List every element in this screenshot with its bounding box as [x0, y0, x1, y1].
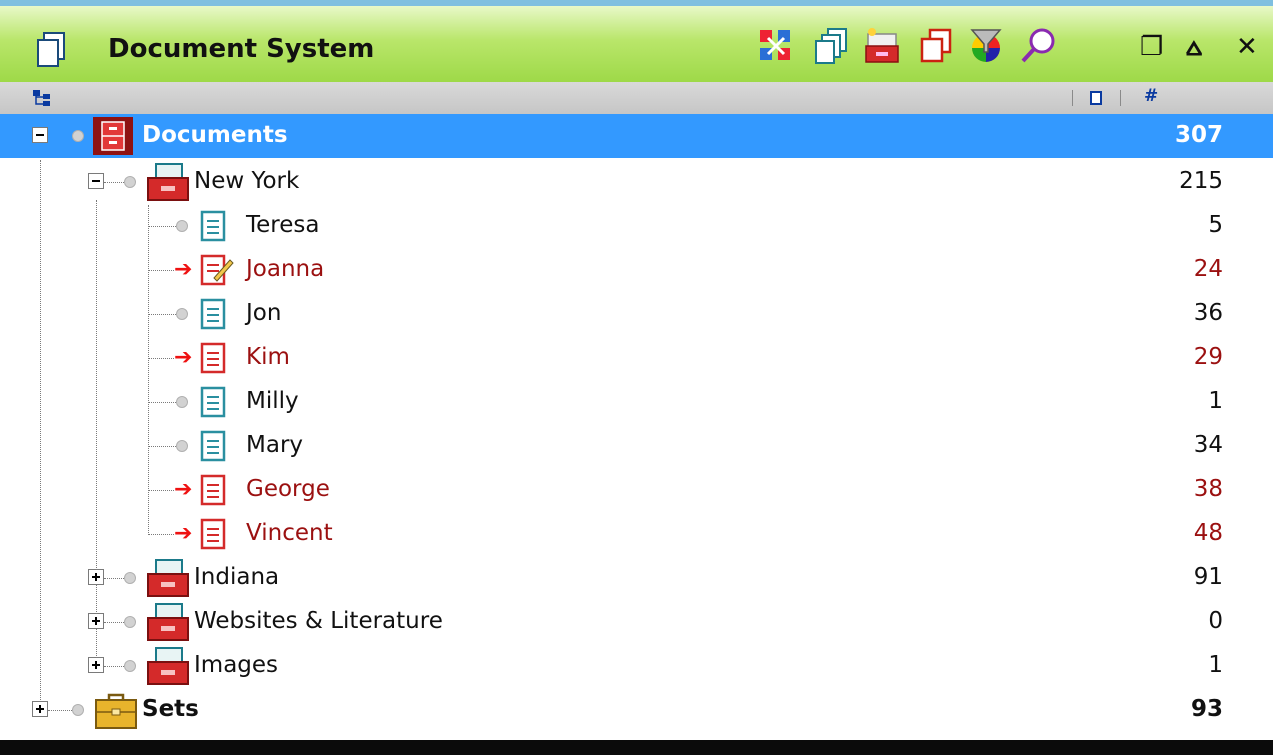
search-icon[interactable]	[1018, 26, 1058, 66]
status-dot	[176, 220, 188, 232]
tree-count: 1	[1208, 388, 1223, 414]
tree-label: Sets	[142, 696, 199, 722]
tree-count: 48	[1193, 520, 1223, 546]
tree-row-jon[interactable]: Jon 36	[0, 292, 1273, 336]
tree-label: Joanna	[246, 256, 325, 282]
tree-count: 0	[1208, 608, 1223, 634]
tree-count: 215	[1179, 168, 1223, 194]
document-icon	[200, 474, 226, 506]
status-dot	[72, 130, 84, 142]
tree-label: Teresa	[246, 212, 320, 238]
status-dot	[72, 704, 84, 716]
status-dot	[176, 396, 188, 408]
expand-toggle[interactable]	[88, 613, 104, 629]
tree-label: Vincent	[246, 520, 333, 546]
document-icon	[200, 518, 226, 550]
tree-label: Indiana	[194, 564, 280, 590]
status-dot	[124, 616, 136, 628]
new-folder-icon[interactable]	[862, 26, 902, 66]
window-title: Document System	[108, 34, 375, 64]
tree-row-teresa[interactable]: Teresa 5	[0, 204, 1273, 248]
tree-row-websites-literature[interactable]: Websites & Literature 0	[0, 600, 1273, 644]
count-column-header[interactable]: #	[1144, 86, 1158, 106]
tree-count: 1	[1208, 652, 1223, 678]
close-all-icon[interactable]	[756, 26, 796, 66]
document-icon	[200, 342, 226, 374]
document-icon	[200, 210, 226, 242]
tree-row-indiana[interactable]: Indiana 91	[0, 556, 1273, 600]
tree-count: 29	[1193, 344, 1223, 370]
tree-label: Images	[194, 652, 279, 678]
drawer-icon	[147, 559, 189, 597]
tree-label: Mary	[246, 432, 304, 458]
tree-row-vincent[interactable]: ➔ Vincent 48	[0, 512, 1273, 556]
tree-count: 307	[1174, 122, 1223, 148]
tree-row-george[interactable]: ➔ George 38	[0, 468, 1273, 512]
window-bottom-edge	[0, 740, 1273, 755]
document-icon	[200, 298, 226, 330]
title-bar: Document System ❐ ⩟ ✕	[0, 0, 1273, 82]
tree-view-icon[interactable]	[32, 89, 52, 107]
column-header: #	[0, 82, 1273, 115]
tree-count: 93	[1190, 696, 1223, 722]
tree-row-milly[interactable]: Milly 1	[0, 380, 1273, 424]
flag-arrow-icon: ➔	[174, 477, 193, 502]
filter-color-icon[interactable]	[966, 26, 1006, 66]
tree-label: George	[246, 476, 330, 502]
tree-count: 24	[1193, 256, 1223, 282]
duplicate-icon[interactable]	[916, 26, 956, 66]
window-pages-icon	[37, 32, 65, 67]
tree-count: 5	[1208, 212, 1223, 238]
drawer-icon	[147, 647, 189, 685]
cabinet-icon	[93, 117, 133, 155]
expand-toggle[interactable]	[88, 657, 104, 673]
document-system-panel: Document System ❐ ⩟ ✕ # Documents 307 Ne…	[0, 0, 1273, 742]
collapse-toggle[interactable]	[88, 173, 104, 189]
drawer-icon	[147, 603, 189, 641]
tree-row-sets[interactable]: Sets 93	[0, 688, 1273, 732]
status-dot	[124, 660, 136, 672]
tree-label: Kim	[246, 344, 290, 370]
float-window-icon[interactable]: ❐	[1140, 32, 1163, 62]
tree-row-joanna[interactable]: ➔ Joanna 24	[0, 248, 1273, 292]
tree-count: 34	[1193, 432, 1223, 458]
tree-label: Milly	[246, 388, 299, 414]
close-window-icon[interactable]: ✕	[1236, 32, 1258, 62]
status-dot	[124, 572, 136, 584]
status-dot	[176, 308, 188, 320]
flag-arrow-icon: ➔	[174, 345, 193, 370]
flag-arrow-icon: ➔	[174, 521, 193, 546]
minimize-window-icon[interactable]: ⩟	[1186, 32, 1202, 62]
tree-count: 91	[1193, 564, 1223, 590]
expand-toggle[interactable]	[88, 569, 104, 585]
tree-label: Websites & Literature	[194, 608, 443, 634]
expand-toggle[interactable]	[32, 701, 48, 717]
status-dot	[124, 176, 136, 188]
tree-count: 36	[1193, 300, 1223, 326]
tree-label: New York	[194, 168, 300, 194]
tree-row-mary[interactable]: Mary 34	[0, 424, 1273, 468]
drawer-icon	[147, 163, 189, 201]
tree-label: Documents	[142, 122, 288, 148]
document-edit-icon	[200, 254, 234, 286]
tree-row-documents[interactable]: Documents 307	[0, 114, 1273, 158]
briefcase-icon	[95, 693, 137, 729]
tree-label: Jon	[246, 300, 282, 326]
document-column-icon[interactable]	[1090, 91, 1102, 105]
tree-count: 38	[1193, 476, 1223, 502]
tree-row-images[interactable]: Images 1	[0, 644, 1273, 688]
collapse-toggle[interactable]	[32, 127, 48, 143]
flag-arrow-icon: ➔	[174, 257, 193, 282]
document-icon	[200, 430, 226, 462]
copy-window-icon[interactable]	[812, 26, 852, 66]
tree-row-kim[interactable]: ➔ Kim 29	[0, 336, 1273, 380]
tree-row-new-york[interactable]: New York 215	[0, 160, 1273, 204]
document-icon	[200, 386, 226, 418]
status-dot	[176, 440, 188, 452]
